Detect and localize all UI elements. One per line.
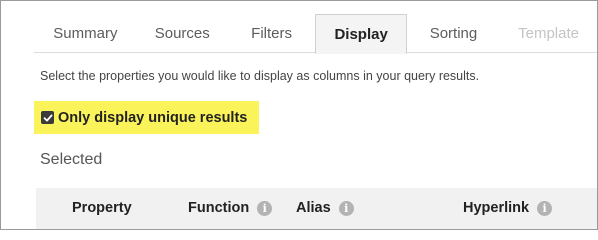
unique-results-label[interactable]: Only display unique results [58,110,247,126]
column-header-alias[interactable]: Alias i [296,200,354,216]
checkmark-icon [43,114,52,121]
tab-label: Filters [251,25,293,42]
tab-bar: Summary Sources Filters Display Sorting … [34,14,597,54]
tab-summary[interactable]: Summary [34,14,137,53]
column-header-property[interactable]: Property [72,200,132,216]
tab-filters[interactable]: Filters [228,14,316,53]
selected-heading: Selected [40,151,103,168]
info-icon[interactable]: i [537,200,553,216]
column-header-label: Function [188,200,250,216]
unique-results-checkbox[interactable] [41,111,54,124]
display-description: Select the properties you would like to … [40,69,480,83]
tab-sources[interactable]: Sources [137,14,228,53]
unique-results-option[interactable]: Only display unique results [34,101,259,134]
column-header-function[interactable]: Function i [188,200,273,216]
tab-label: Summary [53,25,118,42]
info-icon[interactable]: i [257,200,273,216]
tab-label: Template [518,25,579,42]
selected-columns-header: Property Function i Alias i Hyperlink i [36,188,597,229]
tab-sorting[interactable]: Sorting [407,14,500,53]
query-builder-panel: Summary Sources Filters Display Sorting … [0,0,598,230]
tab-label: Display [334,25,388,43]
info-icon[interactable]: i [338,200,354,216]
column-header-hyperlink[interactable]: Hyperlink i [463,200,553,216]
tab-label: Sorting [429,25,478,42]
column-header-label: Hyperlink [463,200,530,216]
tab-display[interactable]: Display [315,14,407,54]
column-header-label: Property [72,200,132,216]
column-header-label: Alias [296,200,331,216]
tab-label: Sources [154,25,210,42]
tab-template[interactable]: Template [500,14,597,53]
